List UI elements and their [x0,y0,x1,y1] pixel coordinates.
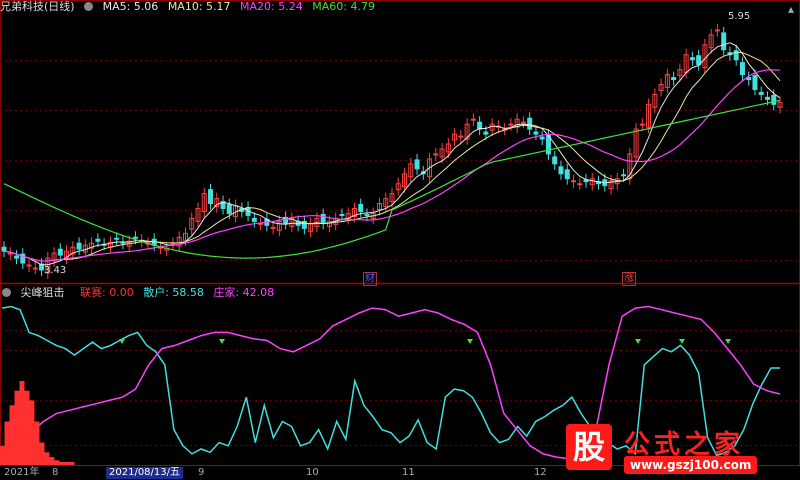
x-month-12: 12 [534,467,547,478]
candle-body [208,189,214,205]
candle-body [520,121,526,124]
candle-body [533,131,539,135]
candle-body [95,238,101,242]
chart-canvas [0,0,800,466]
candle-body [570,180,576,183]
candle-body [752,75,758,90]
liansai-bar [14,390,20,465]
upper-title: 兄弟科技(日线) [0,0,75,13]
earnings-marker[interactable]: 财 [363,272,377,286]
signal-arrow [219,339,225,344]
candle-body [364,213,370,216]
x-month-11: 11 [402,467,415,478]
candle-body [539,136,545,140]
candle-body [558,166,564,175]
field-liansai: 联赛: 0.00 [80,286,134,299]
candle-body [26,264,32,267]
liansai-bar [39,442,45,465]
candle-body [32,267,38,270]
signal-arrow [467,339,473,344]
lower-header: 尖峰狙击 联赛: 0.00 散户: 58.58 庄家: 42.08 [0,286,280,300]
signal-arrow [635,339,641,344]
liansai-bar [34,421,40,465]
candle-body [739,62,745,76]
liansai-bar [59,462,65,465]
liansai-bar [19,381,25,465]
candle-body [358,204,364,212]
candle-body [552,156,558,165]
scroll-up-icon[interactable]: ▴ [788,2,794,16]
liansai-bar [4,421,10,465]
ma5-line [3,42,781,266]
chart-root: 兄弟科技(日线) MA5: 5.06 MA10: 5.17 MA20: 5.24… [0,0,800,480]
x-year-label: 2021年 [4,467,40,478]
candle-body [458,135,464,138]
candle-body [7,252,13,255]
candle-body [508,123,514,126]
candle-body [577,183,583,186]
candle-body [671,77,677,81]
candle-body [114,237,120,240]
ma60-label: MA60: 4.79 [312,0,375,13]
candle-body [721,32,727,51]
signal-arrow [725,339,731,344]
candle-body [433,153,439,156]
candle-body [1,246,7,252]
candle-body [470,118,476,121]
candle-body [57,248,63,256]
field-sanhu: 散户: 58.58 [143,286,204,299]
liansai-bar [69,462,75,465]
candle-body [226,204,232,214]
candle-body [414,159,420,170]
liansai-bar [24,390,30,465]
indicator-settings-icon[interactable] [2,288,11,297]
candle-body [714,29,720,32]
candle-body [689,57,695,61]
candle-body [771,94,777,105]
x-month-9: 9 [198,467,205,478]
liansai-bar [54,460,60,465]
candle-body [564,169,570,180]
ma20-line [3,69,781,262]
candle-body [270,226,276,229]
liansai-bar [49,457,55,465]
candle-body [251,217,257,222]
x-month-8: 8 [52,467,59,478]
ma20-label: MA20: 5.24 [240,0,303,13]
indicator-title: 尖峰狙击 [20,286,65,299]
candle-body [132,236,138,239]
candle-body [483,131,489,135]
liansai-bar [64,462,70,465]
watermark-url: www.gszj100.com [624,456,758,474]
low-label: 3.43 [44,265,67,276]
cursor-date: 2021/08/13/五 [106,467,184,479]
candle-body [621,174,627,177]
settings-icon[interactable] [84,2,94,11]
signal-arrow [119,339,125,344]
candle-body [76,242,82,250]
liansai-bar [44,452,50,465]
x-month-10: 10 [306,467,319,478]
high-label: 5.95 [728,11,751,22]
candle-body [764,96,770,100]
liansai-bar [0,445,5,465]
ma60-line [3,99,781,259]
field-zhuangjia: 庄家: 42.08 [213,286,275,299]
ma10-label: MA10: 5.17 [167,0,231,13]
candle-body [758,91,764,95]
candle-body [14,255,20,259]
candle-body [339,213,345,216]
ma5-label: MA5: 5.06 [102,0,159,13]
ma10-line [3,51,781,262]
candle-body [527,117,533,130]
liansai-bar [29,400,35,465]
liansai-bar [9,405,15,465]
rise-marker[interactable]: 涨 [622,272,636,286]
watermark-logo-gu: 股 [566,424,612,470]
signal-arrow [679,339,685,344]
candle-body [639,123,645,126]
upper-header: 兄弟科技(日线) MA5: 5.06 MA10: 5.17 MA20: 5.24… [0,0,381,14]
